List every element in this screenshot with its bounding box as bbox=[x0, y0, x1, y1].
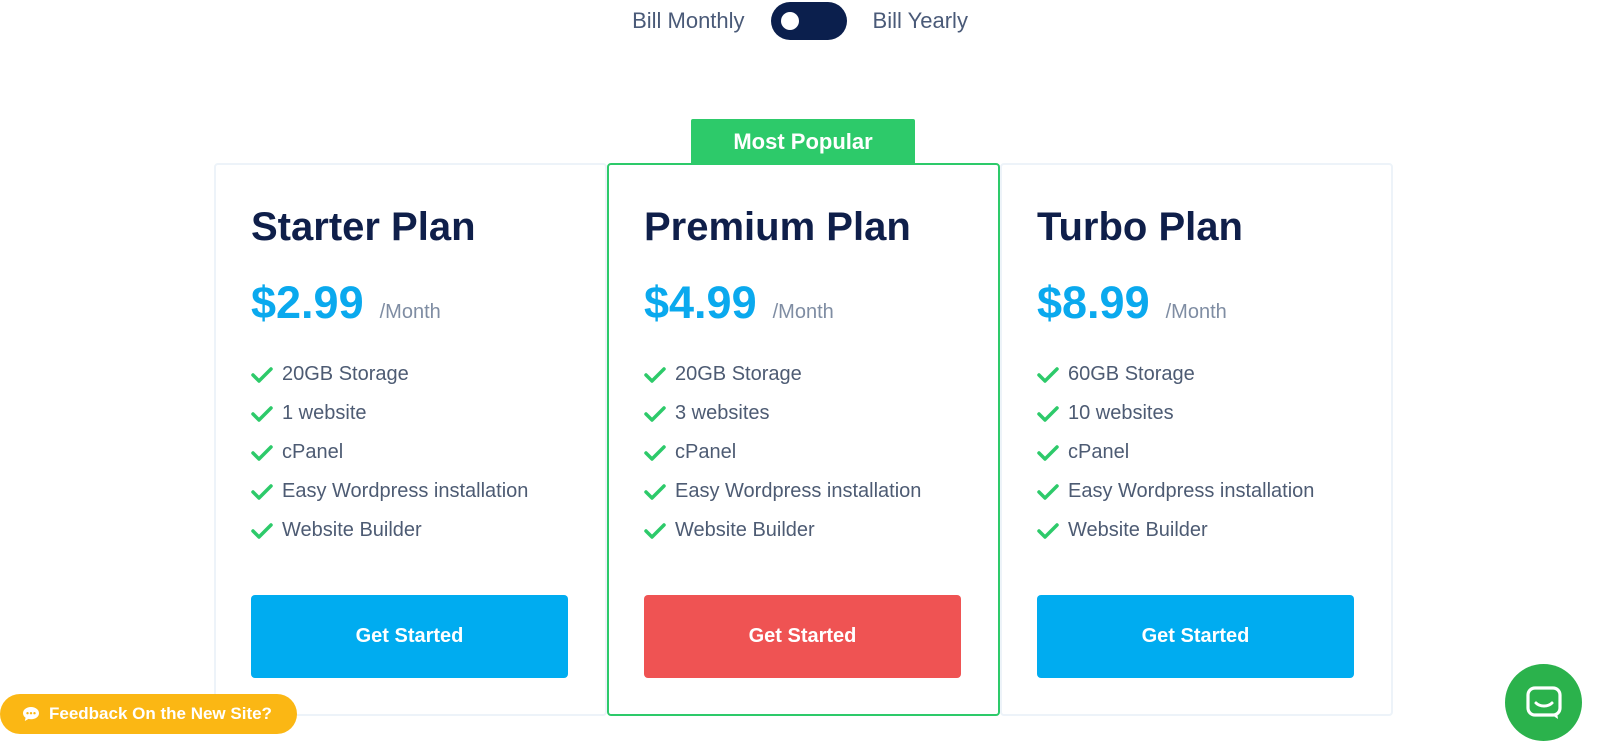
feature-label: 10 websites bbox=[1068, 402, 1174, 424]
feature-label: Website Builder bbox=[1068, 519, 1208, 541]
get-started-button[interactable]: Get Started bbox=[251, 595, 568, 678]
check-icon bbox=[1037, 483, 1059, 500]
feature-label: 3 websites bbox=[675, 402, 770, 424]
feature-item: Easy Wordpress installation bbox=[251, 472, 528, 511]
toggle-knob bbox=[780, 12, 799, 30]
chat-icon bbox=[1525, 685, 1562, 719]
feature-label: 60GB Storage bbox=[1068, 363, 1195, 385]
feature-label: cPanel bbox=[675, 441, 737, 463]
feature-label: Easy Wordpress installation bbox=[1068, 480, 1315, 502]
feature-label: 20GB Storage bbox=[282, 363, 409, 385]
plan-price: $4.99 bbox=[644, 277, 757, 328]
plan-card-turbo: Turbo Plan $8.99 /Month 60GB Storage 10 … bbox=[1000, 163, 1393, 716]
feature-item: 3 websites bbox=[644, 394, 921, 433]
feature-list: 20GB Storage 1 website cPanel Easy Wordp… bbox=[251, 355, 528, 550]
feature-label: cPanel bbox=[282, 441, 344, 463]
feedback-button[interactable]: Feedback On the New Site? bbox=[0, 694, 297, 734]
check-icon bbox=[644, 366, 666, 383]
most-popular-badge: Most Popular bbox=[691, 119, 915, 164]
feature-item: 20GB Storage bbox=[644, 355, 921, 394]
price-row: $4.99 /Month bbox=[644, 277, 834, 329]
plan-card-starter: Starter Plan $2.99 /Month 20GB Storage 1… bbox=[214, 163, 607, 716]
billing-toggle-switch[interactable] bbox=[770, 2, 847, 40]
check-icon bbox=[251, 405, 273, 422]
plan-name: Turbo Plan bbox=[1037, 205, 1243, 249]
feature-label: 1 website bbox=[282, 402, 367, 424]
check-icon bbox=[1037, 444, 1059, 461]
check-icon bbox=[644, 522, 666, 539]
check-icon bbox=[1037, 366, 1059, 383]
feature-item: cPanel bbox=[644, 433, 921, 472]
feature-label: Website Builder bbox=[675, 519, 815, 541]
price-row: $8.99 /Month bbox=[1037, 277, 1227, 329]
pricing-page: Bill Monthly Bill Yearly Most Popular St… bbox=[0, 0, 1600, 755]
get-started-button[interactable]: Get Started bbox=[644, 595, 961, 678]
feature-item: Website Builder bbox=[1037, 511, 1314, 550]
feature-item: Easy Wordpress installation bbox=[644, 472, 921, 511]
feature-item: Website Builder bbox=[251, 511, 528, 550]
billing-toggle: Bill Monthly Bill Yearly bbox=[0, 2, 1600, 40]
feature-label: 20GB Storage bbox=[675, 363, 802, 385]
check-icon bbox=[251, 483, 273, 500]
feature-list: 60GB Storage 10 websites cPanel Easy Wor… bbox=[1037, 355, 1314, 550]
check-icon bbox=[644, 483, 666, 500]
plan-price: $2.99 bbox=[251, 277, 364, 328]
bill-yearly-label[interactable]: Bill Yearly bbox=[873, 8, 968, 34]
feature-item: 60GB Storage bbox=[1037, 355, 1314, 394]
plan-period: /Month bbox=[772, 301, 834, 323]
feature-item: cPanel bbox=[1037, 433, 1314, 472]
feedback-label: Feedback On the New Site? bbox=[49, 704, 272, 723]
feature-item: cPanel bbox=[251, 433, 528, 472]
check-icon bbox=[1037, 405, 1059, 422]
plan-card-premium: Premium Plan $4.99 /Month 20GB Storage 3… bbox=[607, 163, 1000, 716]
feature-label: Easy Wordpress installation bbox=[675, 480, 922, 502]
plan-price: $8.99 bbox=[1037, 277, 1150, 328]
check-icon bbox=[644, 444, 666, 461]
plan-name: Premium Plan bbox=[644, 205, 911, 249]
chat-launcher-button[interactable] bbox=[1505, 664, 1582, 741]
feature-item: Easy Wordpress installation bbox=[1037, 472, 1314, 511]
check-icon bbox=[251, 522, 273, 539]
plan-period: /Month bbox=[1165, 301, 1227, 323]
get-started-button[interactable]: Get Started bbox=[1037, 595, 1354, 678]
check-icon bbox=[251, 444, 273, 461]
chat-bubble-icon bbox=[23, 707, 39, 721]
check-icon bbox=[251, 366, 273, 383]
bill-monthly-label[interactable]: Bill Monthly bbox=[632, 8, 744, 34]
check-icon bbox=[644, 405, 666, 422]
price-row: $2.99 /Month bbox=[251, 277, 441, 329]
feature-label: Website Builder bbox=[282, 519, 422, 541]
feature-item: Website Builder bbox=[644, 511, 921, 550]
plan-period: /Month bbox=[379, 301, 441, 323]
feature-label: Easy Wordpress installation bbox=[282, 480, 529, 502]
check-icon bbox=[1037, 522, 1059, 539]
feature-item: 20GB Storage bbox=[251, 355, 528, 394]
feature-item: 1 website bbox=[251, 394, 528, 433]
feature-label: cPanel bbox=[1068, 441, 1130, 463]
plan-name: Starter Plan bbox=[251, 205, 476, 249]
feature-item: 10 websites bbox=[1037, 394, 1314, 433]
feature-list: 20GB Storage 3 websites cPanel Easy Word… bbox=[644, 355, 921, 550]
